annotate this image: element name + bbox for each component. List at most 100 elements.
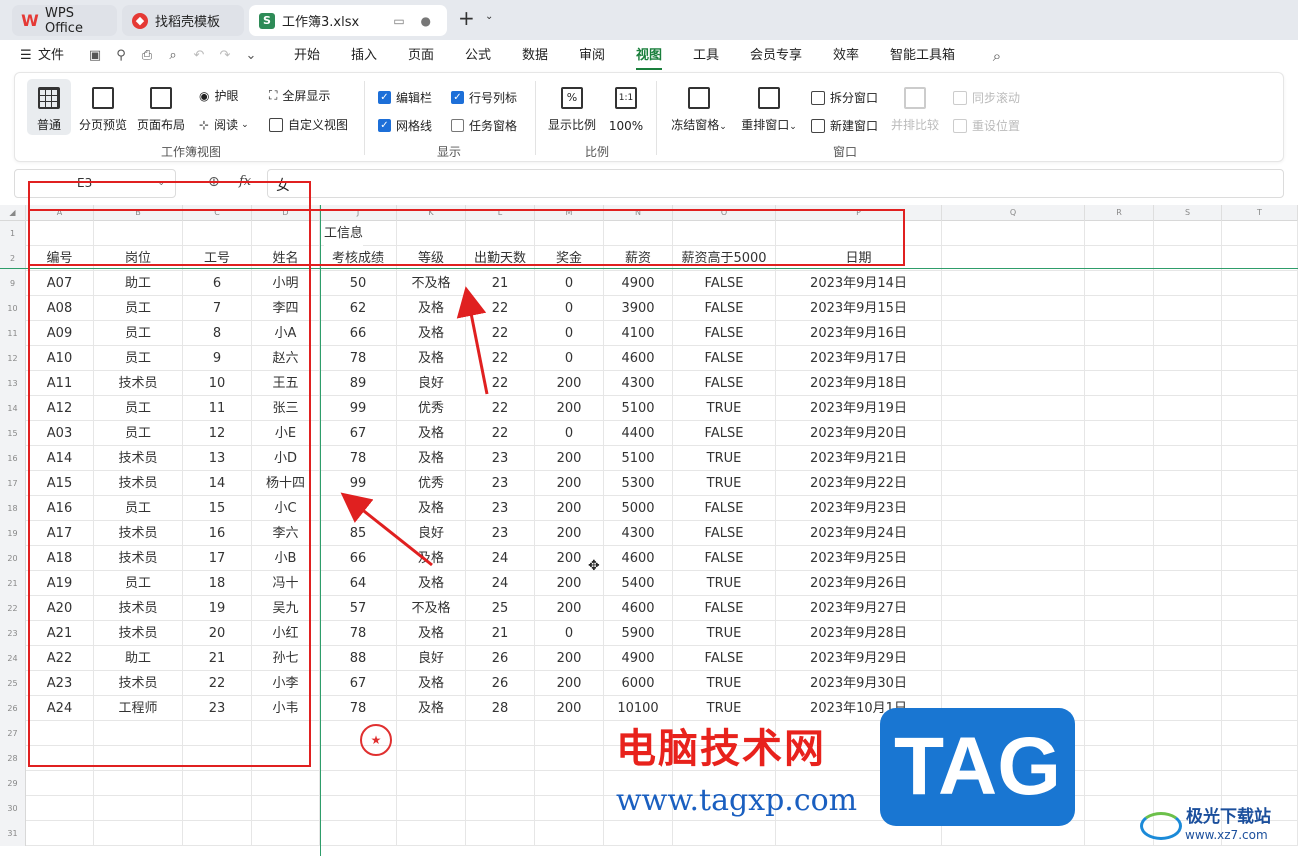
row-header[interactable]: 26 (0, 696, 26, 721)
table-cell[interactable] (466, 771, 535, 796)
table-cell[interactable] (320, 771, 397, 796)
table-cell[interactable] (1222, 721, 1298, 746)
table-cell[interactable] (1222, 446, 1298, 471)
table-cell[interactable]: 78 (320, 621, 397, 646)
table-cell[interactable] (535, 796, 604, 821)
table-cell[interactable] (1222, 771, 1298, 796)
table-cell[interactable]: 及格 (397, 621, 466, 646)
table-cell[interactable]: 0 (535, 346, 604, 371)
row-header[interactable]: 1 (0, 221, 26, 246)
table-cell[interactable] (942, 471, 1085, 496)
table-cell[interactable]: 2023年9月25日 (776, 546, 942, 571)
table-cell[interactable] (94, 821, 183, 846)
table-cell[interactable] (1085, 521, 1154, 546)
save-icon[interactable]: ▣ (86, 47, 104, 65)
table-cell[interactable]: 2023年9月22日 (776, 471, 942, 496)
link-icon[interactable]: ⚲ (112, 47, 130, 65)
table-cell[interactable]: 4400 (604, 421, 673, 446)
split-window-button[interactable]: 拆分窗口 (811, 89, 878, 106)
tab-list-chevron-icon[interactable]: ⌄ (485, 11, 493, 22)
table-cell[interactable]: 200 (535, 671, 604, 696)
table-cell[interactable]: 23 (466, 521, 535, 546)
table-cell[interactable] (1085, 346, 1154, 371)
table-cell[interactable] (1222, 271, 1298, 296)
table-cell[interactable]: 及格 (397, 496, 466, 521)
table-cell[interactable]: 不及格 (397, 271, 466, 296)
row-header[interactable]: 18 (0, 496, 26, 521)
table-cell[interactable]: 26 (466, 646, 535, 671)
table-cell[interactable] (535, 821, 604, 846)
table-cell[interactable]: 0 (535, 321, 604, 346)
table-cell[interactable] (183, 771, 252, 796)
table-cell[interactable] (1085, 621, 1154, 646)
table-cell[interactable] (942, 271, 1085, 296)
table-cell[interactable] (1154, 496, 1222, 521)
table-cell[interactable]: 2023年9月23日 (776, 496, 942, 521)
table-cell[interactable]: 200 (535, 446, 604, 471)
table-cell[interactable]: 99 (320, 471, 397, 496)
menu-page[interactable]: 页面 (408, 40, 434, 72)
freeze-panes-button[interactable]: 冻结窗格⌄ (667, 79, 731, 135)
table-cell[interactable]: 23 (466, 471, 535, 496)
table-cell[interactable] (26, 821, 94, 846)
table-cell[interactable]: 99 (320, 396, 397, 421)
table-cell[interactable]: 2023年9月16日 (776, 321, 942, 346)
table-cell[interactable]: 及格 (397, 671, 466, 696)
table-cell[interactable] (942, 496, 1085, 521)
table-cell[interactable]: 200 (535, 396, 604, 421)
table-cell[interactable]: 2023年9月30日 (776, 671, 942, 696)
table-cell[interactable] (1085, 646, 1154, 671)
table-cell[interactable]: FALSE (673, 596, 776, 621)
table-cell[interactable] (1222, 621, 1298, 646)
table-cell[interactable]: TRUE (673, 471, 776, 496)
table-cell[interactable] (1085, 396, 1154, 421)
table-cell[interactable] (466, 721, 535, 746)
print-preview-icon[interactable]: ⌕ (164, 47, 182, 65)
table-cell[interactable] (397, 771, 466, 796)
row-header[interactable]: 15 (0, 421, 26, 446)
table-cell[interactable] (1222, 346, 1298, 371)
column-header-s[interactable]: S (1154, 205, 1222, 221)
table-cell[interactable] (1222, 396, 1298, 421)
menu-member[interactable]: 会员专享 (750, 40, 802, 72)
table-cell[interactable] (320, 496, 397, 521)
table-cell[interactable]: 0 (535, 296, 604, 321)
table-cell[interactable]: 及格 (397, 296, 466, 321)
table-cell[interactable]: 4600 (604, 596, 673, 621)
table-cell[interactable] (466, 821, 535, 846)
custom-view-button[interactable]: 自定义视图 (269, 116, 348, 133)
row-header[interactable]: 28 (0, 746, 26, 771)
table-cell[interactable] (942, 371, 1085, 396)
table-cell[interactable] (1222, 471, 1298, 496)
table-cell[interactable]: 0 (535, 271, 604, 296)
hamburger-icon[interactable]: ☰ (20, 40, 32, 72)
reset-position-button[interactable]: 重设位置 (953, 117, 1020, 134)
table-cell[interactable]: 0 (535, 621, 604, 646)
table-cell[interactable] (1085, 546, 1154, 571)
table-cell[interactable]: 优秀 (397, 396, 466, 421)
table-cell[interactable]: 24 (466, 571, 535, 596)
table-cell[interactable]: 78 (320, 446, 397, 471)
table-cell[interactable]: 200 (535, 471, 604, 496)
table-cell[interactable] (1154, 446, 1222, 471)
table-cell[interactable] (1085, 696, 1154, 721)
formula-bar-checkbox[interactable]: ✓ 编辑栏 (378, 89, 432, 106)
table-cell[interactable]: TRUE (673, 671, 776, 696)
table-cell[interactable] (673, 821, 776, 846)
table-cell[interactable] (1222, 596, 1298, 621)
table-cell[interactable] (1154, 521, 1222, 546)
undo-icon[interactable]: ↶ (190, 47, 208, 65)
table-cell[interactable]: 4300 (604, 521, 673, 546)
redo-icon[interactable]: ↷ (216, 47, 234, 65)
table-cell[interactable]: 22 (466, 421, 535, 446)
table-cell[interactable] (1085, 271, 1154, 296)
table-cell[interactable]: 200 (535, 571, 604, 596)
table-cell[interactable] (1222, 521, 1298, 546)
table-cell[interactable]: 200 (535, 596, 604, 621)
print-icon[interactable]: ⎙ (138, 47, 156, 65)
table-cell[interactable] (1085, 296, 1154, 321)
table-cell[interactable]: 2023年9月27日 (776, 596, 942, 621)
table-cell[interactable] (1222, 696, 1298, 721)
table-cell[interactable]: 200 (535, 371, 604, 396)
table-cell[interactable]: 200 (535, 696, 604, 721)
